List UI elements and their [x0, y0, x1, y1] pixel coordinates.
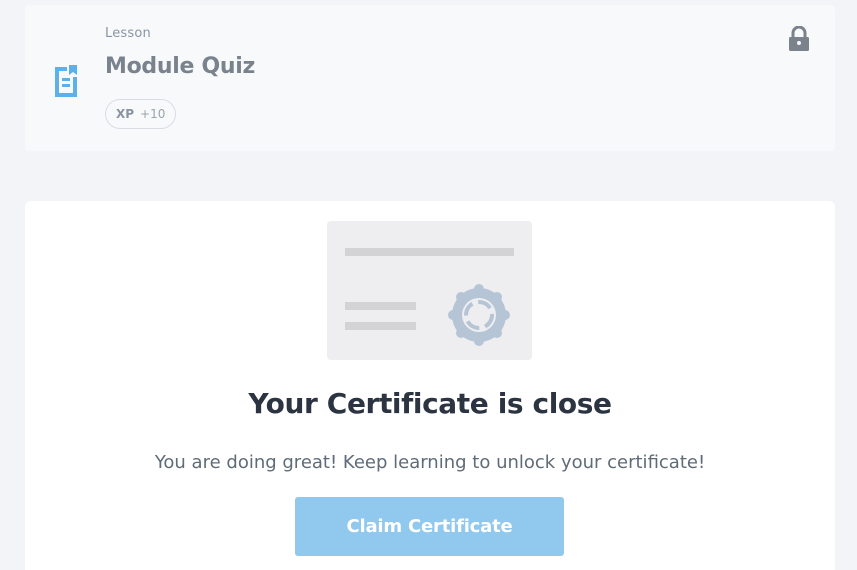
page: Lesson Module Quiz XP +10 Your Certifica… [0, 0, 857, 570]
certificate-illustration [327, 221, 532, 360]
lesson-title[interactable]: Module Quiz [105, 54, 255, 79]
xp-label: XP [116, 107, 135, 121]
lesson-type-label: Lesson [105, 26, 151, 41]
lesson-card[interactable]: Lesson Module Quiz XP +10 [25, 5, 835, 151]
xp-value: +10 [140, 107, 166, 121]
certificate-subtext: You are doing great! Keep learning to un… [154, 452, 706, 473]
certificate-card: Your Certificate is close You are doing … [25, 201, 835, 570]
claim-certificate-button[interactable]: Claim Certificate [295, 497, 564, 556]
xp-badge: XP +10 [105, 99, 177, 129]
certificate-heading: Your Certificate is close [248, 387, 612, 420]
lock-icon [789, 26, 809, 51]
document-icon [55, 65, 77, 97]
